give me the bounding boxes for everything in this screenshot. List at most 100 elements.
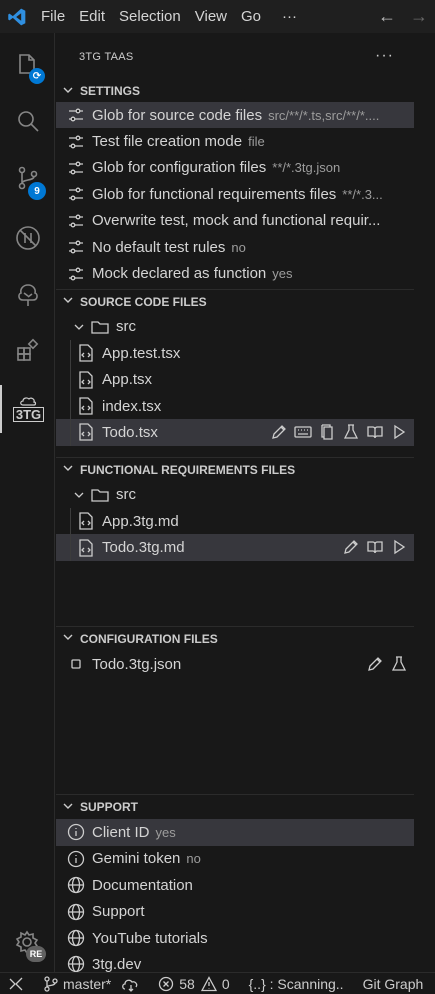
keyboard-icon[interactable] — [294, 423, 312, 441]
support-item-client-id[interactable]: Client ID yes — [56, 819, 414, 846]
setting-item-source-glob[interactable]: Glob for source code files src/**/*.ts,s… — [56, 102, 414, 129]
no-debug-icon[interactable] — [0, 214, 55, 262]
config-file-item[interactable]: Todo.3tg.json — [56, 651, 414, 677]
config-files-section-header[interactable]: CONFIGURATION FILES — [56, 627, 414, 651]
file-code-icon — [76, 511, 96, 531]
3tg-tool-icon[interactable]: 3TG — [0, 385, 55, 433]
explorer-icon[interactable]: ⟳ — [0, 41, 55, 89]
sliders-icon — [66, 237, 86, 257]
menu-file[interactable]: File — [34, 0, 72, 33]
source-files-section-header[interactable]: SOURCE CODE FILES — [56, 290, 414, 314]
sidebar-more-button[interactable]: ··· — [375, 47, 394, 65]
setting-item-default-rules[interactable]: No default test rules no — [56, 234, 414, 260]
setting-item-functional-glob[interactable]: Glob for functional requirements files *… — [56, 181, 414, 207]
edit-pencil-icon[interactable] — [342, 538, 360, 556]
source-control-icon[interactable]: 9 — [0, 154, 55, 202]
functional-files-tree: src App.3tg.md Todo.3tg.md — [56, 482, 414, 561]
cloud-icon — [20, 397, 37, 406]
menu-go[interactable]: Go — [234, 0, 268, 33]
edit-pencil-icon[interactable] — [366, 655, 384, 673]
file-actions — [266, 419, 408, 446]
accounts-settings-icon[interactable]: RE — [0, 919, 55, 967]
info-icon — [66, 822, 86, 842]
scanning-status[interactable]: {..} : Scanning.. — [235, 973, 349, 994]
git-graph-button[interactable]: Git Graph — [349, 973, 429, 994]
support-item-youtube[interactable]: YouTube tutorials — [56, 925, 414, 951]
branch-icon — [44, 975, 58, 992]
source-file-item[interactable]: index.tsx — [56, 392, 414, 420]
config-files-header-label: CONFIGURATION FILES — [80, 631, 218, 646]
source-control-badge: 9 — [28, 182, 46, 200]
file-code-icon — [76, 538, 96, 558]
folder-label: src — [116, 486, 136, 504]
square-icon — [66, 654, 86, 674]
mock-files-icon[interactable] — [318, 423, 336, 441]
file-label: index.tsx — [102, 397, 162, 415]
support-section-header[interactable]: SUPPORT — [56, 795, 414, 819]
support-value: yes — [155, 824, 176, 840]
remote-indicator-icon[interactable] — [0, 973, 38, 994]
chevron-down-icon — [62, 800, 80, 815]
extensions-icon[interactable] — [0, 327, 55, 375]
sidebar-scrollbar[interactable] — [414, 33, 435, 972]
book-icon[interactable] — [366, 423, 384, 441]
back-arrow-icon[interactable]: ← — [371, 6, 403, 27]
settings-list: Glob for source code files src/**/*.ts,s… — [56, 102, 414, 287]
activity-bar: ⟳ 9 3TG RE — [0, 33, 55, 972]
menu-selection[interactable]: Selection — [112, 0, 188, 33]
sidebar: 3TG TAAS ··· SETTINGS Glob for source co… — [56, 33, 414, 972]
search-icon[interactable] — [0, 97, 55, 145]
support-item-gemini-token[interactable]: Gemini token no — [56, 846, 414, 872]
status-bar: master* 58 0 {..} : Scanning.. Git Graph — [0, 972, 435, 994]
setting-value: file — [248, 134, 265, 150]
menu-view[interactable]: View — [188, 0, 234, 33]
problems-status[interactable]: 58 0 — [144, 973, 234, 994]
folder-icon — [90, 485, 110, 505]
support-item-support[interactable]: Support — [56, 898, 414, 924]
functional-folder-src[interactable]: src — [56, 482, 414, 508]
book-icon[interactable] — [366, 538, 384, 556]
tree-icon[interactable] — [0, 271, 55, 319]
chevron-down-icon — [72, 485, 86, 505]
menu-bar: File Edit Selection View Go ··· — [34, 0, 311, 33]
setting-value: no — [231, 239, 246, 255]
globe-icon — [66, 928, 86, 948]
setting-item-overwrite[interactable]: Overwrite test, mock and functional requ… — [56, 208, 414, 234]
chevron-down-icon — [62, 631, 80, 646]
file-label: App.3tg.md — [102, 512, 179, 530]
functional-files-section-header[interactable]: FUNCTIONAL REQUIREMENTS FILES — [56, 458, 414, 482]
file-label: App.test.tsx — [102, 344, 181, 362]
support-item-3tg-dev[interactable]: 3tg.dev — [56, 951, 414, 972]
setting-item-config-glob[interactable]: Glob for configuration files **/*.3tg.js… — [56, 155, 414, 181]
functional-file-item-selected[interactable]: Todo.3tg.md — [56, 534, 414, 561]
edit-pencil-icon[interactable] — [270, 423, 288, 441]
support-label: Documentation — [92, 876, 193, 894]
functional-file-item[interactable]: App.3tg.md — [56, 508, 414, 535]
beaker-icon[interactable] — [342, 423, 360, 441]
source-file-item[interactable]: App.tsx — [56, 366, 414, 393]
forward-arrow-icon[interactable]: → — [403, 6, 435, 27]
source-file-item-selected[interactable]: Todo.tsx — [56, 419, 414, 446]
run-play-icon[interactable] — [390, 423, 408, 441]
chevron-down-icon — [72, 317, 86, 337]
settings-header-label: SETTINGS — [80, 84, 141, 98]
globe-icon — [66, 902, 86, 922]
run-play-icon[interactable] — [390, 538, 408, 556]
file-code-icon — [76, 396, 96, 416]
menu-more[interactable]: ··· — [268, 0, 311, 33]
source-folder-src[interactable]: src — [56, 314, 414, 340]
beaker-icon[interactable] — [390, 655, 408, 673]
support-item-documentation[interactable]: Documentation — [56, 872, 414, 898]
setting-label: No default test rules — [92, 238, 226, 256]
setting-label: Glob for configuration files — [92, 159, 267, 177]
settings-section-header[interactable]: SETTINGS — [56, 80, 414, 102]
sync-cloud-icon[interactable] — [116, 973, 144, 994]
setting-item-mock-function[interactable]: Mock declared as function yes — [56, 260, 414, 286]
source-file-item[interactable]: App.test.tsx — [56, 340, 414, 367]
support-header-label: SUPPORT — [80, 800, 139, 815]
3tg-label: 3TG — [12, 407, 45, 422]
menu-edit[interactable]: Edit — [72, 0, 112, 33]
file-actions — [338, 534, 408, 561]
branch-status[interactable]: master* — [38, 973, 116, 994]
setting-item-test-mode[interactable]: Test file creation mode file — [56, 128, 414, 154]
